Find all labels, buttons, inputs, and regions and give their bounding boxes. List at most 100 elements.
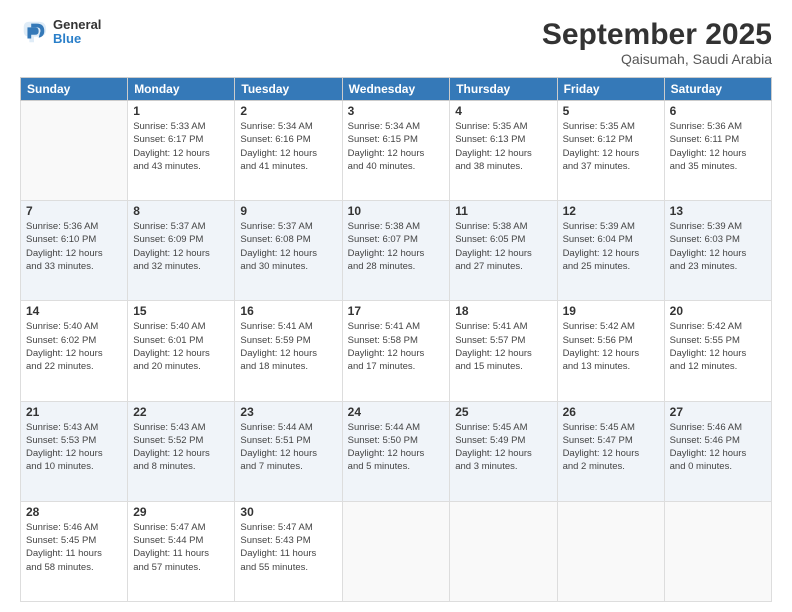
day-number: 29	[133, 505, 229, 519]
day-info: Sunrise: 5:42 AM Sunset: 5:55 PM Dayligh…	[670, 320, 766, 373]
calendar-cell: 22 Sunrise: 5:43 AM Sunset: 5:52 PM Dayli…	[128, 401, 235, 501]
calendar-cell: 16 Sunrise: 5:41 AM Sunset: 5:59 PM Dayli…	[235, 301, 342, 401]
day-number: 17	[348, 304, 445, 318]
calendar-cell: 26Sunrise: 5:45 AM Sunset: 5:47 PM Dayli…	[557, 401, 664, 501]
calendar-header-sunday: Sunday	[21, 78, 128, 101]
day-number: 9	[240, 204, 336, 218]
logo-blue: Blue	[53, 32, 101, 46]
day-number: 19	[563, 304, 659, 318]
calendar-table: SundayMondayTuesdayWednesdayThursdayFrid…	[20, 77, 772, 602]
day-number: 22	[133, 405, 229, 419]
day-info: Sunrise: 5:34 AM Sunset: 6:15 PM Dayligh…	[348, 120, 445, 173]
calendar-week-row: 1 Sunrise: 5:33 AM Sunset: 6:17 PM Daylig…	[21, 101, 772, 201]
calendar-cell: 1 Sunrise: 5:33 AM Sunset: 6:17 PM Daylig…	[128, 101, 235, 201]
day-info: Sunrise: 5:41 AM Sunset: 5:57 PM Dayligh…	[455, 320, 551, 373]
day-info: Sunrise: 5:47 AM Sunset: 5:44 PM Dayligh…	[133, 521, 229, 574]
day-info: Sunrise: 5:45 AM Sunset: 5:49 PM Dayligh…	[455, 421, 551, 474]
calendar-cell: 6Sunrise: 5:36 AM Sunset: 6:11 PM Daylig…	[664, 101, 771, 201]
day-info: Sunrise: 5:38 AM Sunset: 6:05 PM Dayligh…	[455, 220, 551, 273]
day-number: 24	[348, 405, 445, 419]
calendar-cell: 21 Sunrise: 5:43 AM Sunset: 5:53 PM Dayli…	[21, 401, 128, 501]
calendar-week-row: 21 Sunrise: 5:43 AM Sunset: 5:53 PM Dayli…	[21, 401, 772, 501]
day-number: 1	[133, 104, 229, 118]
day-info: Sunrise: 5:39 AM Sunset: 6:04 PM Dayligh…	[563, 220, 659, 273]
day-info: Sunrise: 5:38 AM Sunset: 6:07 PM Dayligh…	[348, 220, 445, 273]
day-info: Sunrise: 5:35 AM Sunset: 6:13 PM Dayligh…	[455, 120, 551, 173]
calendar-cell: 29 Sunrise: 5:47 AM Sunset: 5:44 PM Dayli…	[128, 501, 235, 601]
calendar-header-wednesday: Wednesday	[342, 78, 450, 101]
day-number: 15	[133, 304, 229, 318]
day-number: 30	[240, 505, 336, 519]
day-number: 16	[240, 304, 336, 318]
calendar-header-friday: Friday	[557, 78, 664, 101]
day-number: 12	[563, 204, 659, 218]
day-number: 11	[455, 204, 551, 218]
day-number: 23	[240, 405, 336, 419]
day-info: Sunrise: 5:47 AM Sunset: 5:43 PM Dayligh…	[240, 521, 336, 574]
calendar-cell: 14Sunrise: 5:40 AM Sunset: 6:02 PM Dayli…	[21, 301, 128, 401]
page-header: General Blue September 2025 Qaisumah, Sa…	[20, 18, 772, 67]
day-info: Sunrise: 5:41 AM Sunset: 5:59 PM Dayligh…	[240, 320, 336, 373]
day-number: 27	[670, 405, 766, 419]
day-info: Sunrise: 5:37 AM Sunset: 6:08 PM Dayligh…	[240, 220, 336, 273]
day-number: 21	[26, 405, 122, 419]
calendar-cell: 17 Sunrise: 5:41 AM Sunset: 5:58 PM Dayli…	[342, 301, 450, 401]
calendar-cell: 13Sunrise: 5:39 AM Sunset: 6:03 PM Dayli…	[664, 201, 771, 301]
calendar-cell: 28 Sunrise: 5:46 AM Sunset: 5:45 PM Dayli…	[21, 501, 128, 601]
day-number: 2	[240, 104, 336, 118]
calendar-cell: 3 Sunrise: 5:34 AM Sunset: 6:15 PM Daylig…	[342, 101, 450, 201]
day-number: 20	[670, 304, 766, 318]
day-number: 28	[26, 505, 122, 519]
day-info: Sunrise: 5:44 AM Sunset: 5:51 PM Dayligh…	[240, 421, 336, 474]
day-number: 6	[670, 104, 766, 118]
calendar-header-tuesday: Tuesday	[235, 78, 342, 101]
day-number: 8	[133, 204, 229, 218]
calendar-cell: 9 Sunrise: 5:37 AM Sunset: 6:08 PM Daylig…	[235, 201, 342, 301]
day-info: Sunrise: 5:42 AM Sunset: 5:56 PM Dayligh…	[563, 320, 659, 373]
calendar-cell: 12 Sunrise: 5:39 AM Sunset: 6:04 PM Dayli…	[557, 201, 664, 301]
calendar-cell: 19 Sunrise: 5:42 AM Sunset: 5:56 PM Dayli…	[557, 301, 664, 401]
day-info: Sunrise: 5:40 AM Sunset: 6:01 PM Dayligh…	[133, 320, 229, 373]
logo-general: General	[53, 18, 101, 32]
day-info: Sunrise: 5:43 AM Sunset: 5:53 PM Dayligh…	[26, 421, 122, 474]
calendar-cell: 10 Sunrise: 5:38 AM Sunset: 6:07 PM Dayli…	[342, 201, 450, 301]
calendar-cell: 30 Sunrise: 5:47 AM Sunset: 5:43 PM Dayli…	[235, 501, 342, 601]
calendar-cell: 5 Sunrise: 5:35 AM Sunset: 6:12 PM Daylig…	[557, 101, 664, 201]
month-title: September 2025	[542, 18, 772, 51]
logo-text: General Blue	[53, 18, 101, 47]
day-number: 26	[563, 405, 659, 419]
calendar-cell	[342, 501, 450, 601]
day-number: 5	[563, 104, 659, 118]
title-block: September 2025 Qaisumah, Saudi Arabia	[542, 18, 772, 67]
calendar-cell	[450, 501, 557, 601]
day-info: Sunrise: 5:41 AM Sunset: 5:58 PM Dayligh…	[348, 320, 445, 373]
day-number: 3	[348, 104, 445, 118]
calendar-week-row: 7Sunrise: 5:36 AM Sunset: 6:10 PM Daylig…	[21, 201, 772, 301]
calendar-cell: 8Sunrise: 5:37 AM Sunset: 6:09 PM Daylig…	[128, 201, 235, 301]
calendar-cell	[664, 501, 771, 601]
day-info: Sunrise: 5:46 AM Sunset: 5:45 PM Dayligh…	[26, 521, 122, 574]
day-info: Sunrise: 5:44 AM Sunset: 5:50 PM Dayligh…	[348, 421, 445, 474]
calendar-cell: 18Sunrise: 5:41 AM Sunset: 5:57 PM Dayli…	[450, 301, 557, 401]
calendar-cell	[557, 501, 664, 601]
calendar-cell: 27 Sunrise: 5:46 AM Sunset: 5:46 PM Dayli…	[664, 401, 771, 501]
day-number: 25	[455, 405, 551, 419]
day-info: Sunrise: 5:39 AM Sunset: 6:03 PM Dayligh…	[670, 220, 766, 273]
logo-icon	[20, 18, 48, 46]
day-number: 10	[348, 204, 445, 218]
day-number: 4	[455, 104, 551, 118]
calendar-cell: 11 Sunrise: 5:38 AM Sunset: 6:05 PM Dayli…	[450, 201, 557, 301]
location-subtitle: Qaisumah, Saudi Arabia	[542, 51, 772, 67]
day-info: Sunrise: 5:40 AM Sunset: 6:02 PM Dayligh…	[26, 320, 122, 373]
day-info: Sunrise: 5:33 AM Sunset: 6:17 PM Dayligh…	[133, 120, 229, 173]
calendar-cell: 4 Sunrise: 5:35 AM Sunset: 6:13 PM Daylig…	[450, 101, 557, 201]
day-info: Sunrise: 5:43 AM Sunset: 5:52 PM Dayligh…	[133, 421, 229, 474]
calendar-header-saturday: Saturday	[664, 78, 771, 101]
day-info: Sunrise: 5:46 AM Sunset: 5:46 PM Dayligh…	[670, 421, 766, 474]
calendar-cell: 23 Sunrise: 5:44 AM Sunset: 5:51 PM Dayli…	[235, 401, 342, 501]
calendar-cell: 24 Sunrise: 5:44 AM Sunset: 5:50 PM Dayli…	[342, 401, 450, 501]
calendar-cell: 25 Sunrise: 5:45 AM Sunset: 5:49 PM Dayli…	[450, 401, 557, 501]
day-number: 7	[26, 204, 122, 218]
day-info: Sunrise: 5:35 AM Sunset: 6:12 PM Dayligh…	[563, 120, 659, 173]
calendar-week-row: 28 Sunrise: 5:46 AM Sunset: 5:45 PM Dayli…	[21, 501, 772, 601]
